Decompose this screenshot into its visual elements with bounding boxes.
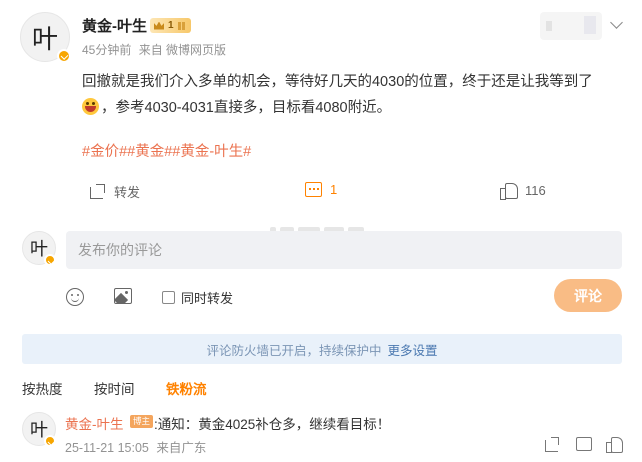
- crown-icon: [154, 21, 164, 30]
- tag-gold-yesheng[interactable]: #黄金-叶生#: [172, 144, 251, 160]
- comment-count: 1: [330, 182, 338, 197]
- more-settings-link[interactable]: 更多设置: [388, 340, 438, 359]
- comment-like-icon[interactable]: [606, 437, 623, 453]
- author-name[interactable]: 黄金-叶生: [82, 15, 147, 36]
- follow-button[interactable]: [540, 12, 602, 40]
- comment-author-verified-icon: [44, 435, 56, 447]
- firewall-notice: 评论防火墙已开启，持续保护中 更多设置: [22, 334, 622, 364]
- laughing-emoji-icon: [82, 98, 99, 115]
- comment-share-icon[interactable]: [545, 437, 561, 452]
- tag-gold-price[interactable]: #金价#: [82, 144, 127, 160]
- share-button[interactable]: 转发: [90, 182, 140, 201]
- comment-datetime: 25-11-21 15:05: [65, 441, 149, 455]
- comment-text: :通知：黄金4025补仓多，继续看目标！: [154, 417, 391, 432]
- comment-location: 来自广东: [156, 441, 207, 455]
- repost-toggle[interactable]: 同时转发: [162, 288, 233, 307]
- repost-label: 同时转发: [181, 291, 234, 306]
- post-source: 来自 微博网页版: [138, 43, 227, 57]
- image-upload-icon[interactable]: [114, 288, 132, 304]
- author-badge: 博主: [130, 415, 154, 428]
- tag-gold[interactable]: #黄金#: [127, 144, 172, 160]
- follow-button-blur-right: [584, 16, 596, 34]
- post-text-main: 回撤就是我们介入多单的机会，等待好几天的4030的位置，终于还是让我等到了: [82, 74, 593, 90]
- verified-icon: [57, 49, 71, 63]
- comment-button[interactable]: 1: [305, 182, 337, 197]
- post-text-tail: ，参考4030-4031直接多，目标看4080附近。: [101, 100, 392, 116]
- comment-reply-icon[interactable]: [576, 437, 592, 451]
- vip-level: 1: [168, 20, 174, 31]
- tab-sort-by-hot[interactable]: 按热度: [22, 378, 63, 398]
- comment-meta: 25-11-21 15:05 来自广东: [65, 437, 206, 456]
- share-label: 转发: [114, 185, 141, 200]
- current-user-verified-icon: [44, 254, 56, 266]
- follow-button-blur: [546, 21, 552, 31]
- post-time[interactable]: 45分钟前: [82, 43, 131, 57]
- comment-input[interactable]: [66, 231, 622, 269]
- vip-bars-icon: [177, 21, 185, 30]
- tab-fans-flow[interactable]: 铁粉流: [166, 378, 207, 398]
- repost-checkbox[interactable]: [162, 291, 175, 304]
- share-icon: [90, 184, 106, 199]
- post-tags: #金价##黄金##黄金-叶生#: [82, 140, 251, 161]
- vip-badge[interactable]: 1: [150, 18, 191, 33]
- firewall-notice-text: 评论防火墙已开启，持续保护中: [206, 343, 382, 358]
- post-meta: 45分钟前 来自 微博网页版: [82, 41, 230, 58]
- tab-sort-by-time[interactable]: 按时间: [94, 378, 135, 398]
- comment-icon: [305, 182, 322, 197]
- emoji-picker-icon[interactable]: [66, 288, 84, 306]
- chevron-down-icon[interactable]: [610, 16, 623, 29]
- like-count: 116: [525, 182, 546, 198]
- post-text: 回撤就是我们介入多单的机会，等待好几天的4030的位置，终于还是让我等到了 ，参…: [82, 69, 622, 121]
- like-button[interactable]: 116: [500, 182, 546, 200]
- submit-comment-button[interactable]: 评论: [554, 279, 622, 312]
- thumbs-up-icon: [500, 182, 518, 200]
- comment-author-name[interactable]: 黄金-叶生: [65, 413, 124, 433]
